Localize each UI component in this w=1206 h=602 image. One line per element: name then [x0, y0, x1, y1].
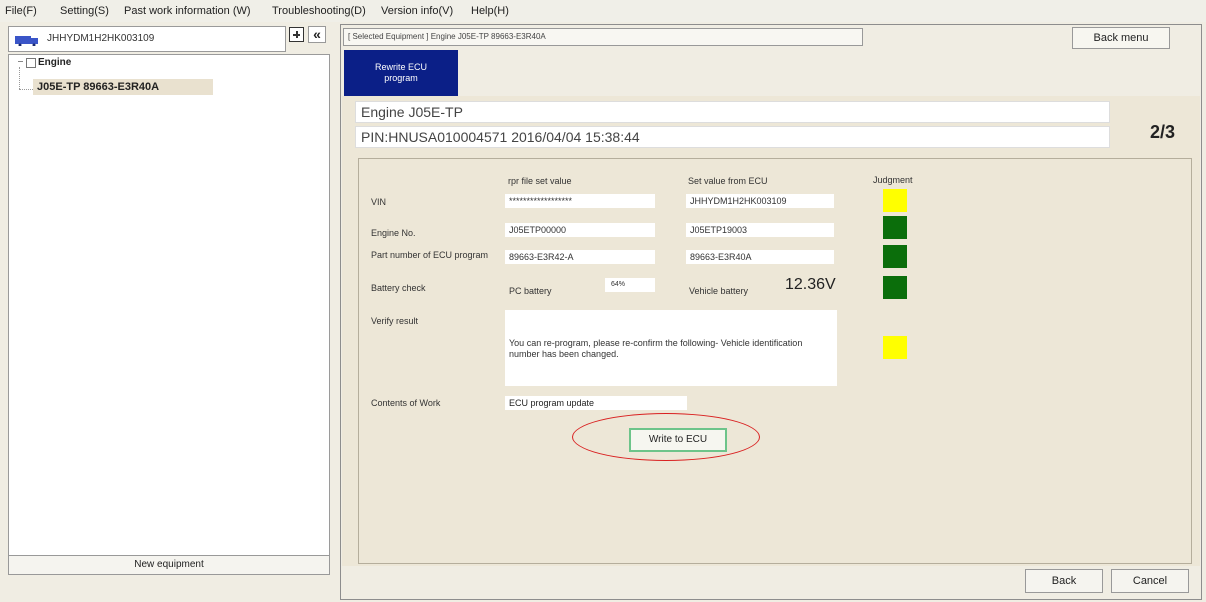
row-label-battery: Battery check — [371, 283, 426, 293]
menu-version-info[interactable]: Version info(V) — [381, 5, 453, 17]
tree-connector — [19, 67, 20, 89]
engine-field: Engine J05E-TP — [355, 101, 1110, 123]
menu-bar: File(F) Setting(S) Past work information… — [0, 0, 1206, 22]
pc-battery-label: PC battery — [509, 286, 552, 296]
pc-battery-value: 64% — [605, 278, 655, 292]
tree-connector — [19, 89, 33, 90]
equipment-tree: Engine J05E-TP 89663-E3R40A — [8, 54, 330, 572]
write-to-ecu-button[interactable]: Write to ECU — [629, 428, 727, 452]
tree-collapse-icon[interactable] — [18, 61, 23, 62]
col-header-ecu: Set value from ECU — [688, 176, 768, 186]
judgment-indicator-engine-no — [883, 216, 907, 239]
truck-icon — [15, 36, 38, 46]
cancel-button[interactable]: Cancel — [1111, 569, 1189, 593]
col-header-rpr: rpr file set value — [508, 176, 572, 186]
vehicle-header: JHHYDM1H2HK003109 — [8, 26, 286, 52]
menu-past-work[interactable]: Past work information (W) — [124, 5, 251, 17]
judgment-indicator-verify — [883, 336, 907, 359]
judgment-indicator-battery — [883, 276, 907, 299]
tree-item-ecu[interactable]: J05E-TP 89663-E3R40A — [33, 79, 213, 95]
vehicle-battery-label: Vehicle battery — [689, 286, 749, 296]
judgment-indicator-part-number — [883, 245, 907, 268]
collapse-panel-button[interactable]: « — [308, 26, 326, 43]
tree-root-engine[interactable]: Engine — [38, 57, 71, 68]
pin-field: PIN:HNUSA010004571 2016/04/04 15:38:44 — [355, 126, 1110, 148]
judgment-indicator-vin — [883, 189, 907, 212]
back-menu-button[interactable]: Back menu — [1072, 27, 1170, 49]
menu-troubleshooting[interactable]: Troubleshooting(D) — [272, 5, 366, 17]
back-button[interactable]: Back — [1025, 569, 1103, 593]
equipment-panel: JHHYDM1H2HK003109 « Engine J05E-TP 89663… — [8, 26, 330, 598]
verify-result-text: You can re-program, please re-confirm th… — [509, 338, 803, 359]
page-indicator: 2/3 — [1150, 122, 1176, 142]
tab-label: Rewrite ECU program — [374, 62, 427, 83]
row-label-verify: Verify result — [371, 316, 419, 326]
row-label-part-number: Part number of ECU program — [371, 250, 489, 260]
new-equipment-button[interactable]: New equipment — [8, 555, 330, 575]
menu-file[interactable]: File(F) — [5, 5, 37, 17]
row-label-vin: VIN — [371, 197, 387, 207]
vehicle-id: JHHYDM1H2HK003109 — [47, 33, 155, 44]
ecu-value-engine-no: J05ETP19003 — [686, 223, 834, 237]
col-header-judgment: Judgment — [873, 175, 913, 185]
row-label-engine-no: Engine No. — [371, 228, 416, 238]
rpr-value-vin: ****************** — [505, 194, 655, 208]
ecu-value-vin: JHHYDM1H2HK003109 — [686, 194, 834, 208]
rpr-value-engine-no: J05ETP00000 — [505, 223, 655, 237]
menu-help[interactable]: Help(H) — [471, 5, 509, 17]
ecu-value-part-number: 89663-E3R40A — [686, 250, 834, 264]
expand-all-button[interactable] — [289, 27, 304, 42]
rpr-value-part-number: 89663-E3R42-A — [505, 250, 655, 264]
tree-node-checkbox[interactable] — [26, 58, 36, 68]
contents-of-work-field: ECU program update — [505, 396, 687, 410]
selected-equipment-field: [ Selected Equipment ] Engine J05E-TP 89… — [343, 28, 863, 46]
vehicle-battery-value: 12.36V — [785, 276, 836, 293]
tab-rewrite-ecu[interactable]: Rewrite ECU program — [344, 50, 458, 96]
row-label-contents-of-work: Contents of Work — [371, 398, 441, 408]
menu-setting[interactable]: Setting(S) — [60, 5, 109, 17]
